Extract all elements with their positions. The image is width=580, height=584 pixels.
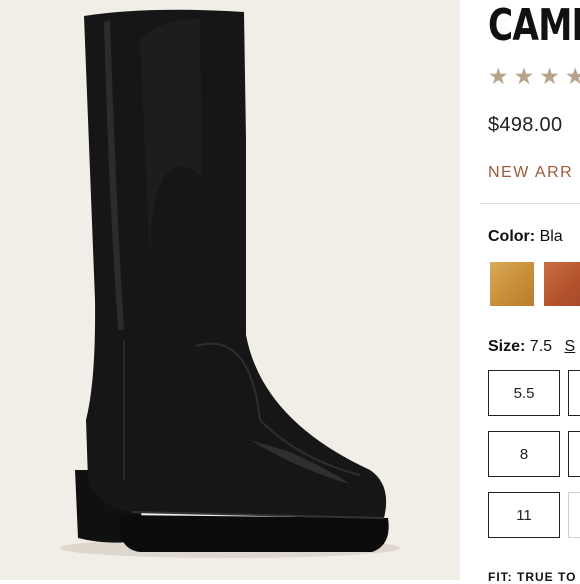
product-info-panel: CAMP ★★★★ $498.00 NEW ARR Color: Bla Siz… — [480, 0, 580, 584]
star-icon: ★ — [564, 63, 580, 89]
product-title: CAMP — [488, 0, 580, 51]
size-selector-label: Size: 7.5 S — [488, 338, 575, 356]
size-guide-link[interactable]: S — [565, 338, 576, 355]
size-option[interactable]: 5.5 — [488, 370, 560, 416]
new-arrival-badge: NEW ARR — [488, 164, 574, 181]
color-selector-label: Color: Bla — [488, 228, 563, 246]
rating-stars[interactable]: ★ ★ ★ ★ — [488, 64, 580, 88]
boot-image — [60, 9, 400, 558]
color-label: Color: — [488, 228, 536, 245]
color-swatch-tan[interactable] — [490, 262, 534, 306]
size-option[interactable]: 8 — [488, 431, 560, 477]
fit-label: FIT: TRUE TO — [488, 570, 577, 584]
star-icon: ★ — [488, 63, 509, 89]
selected-size: 7.5 — [529, 338, 553, 355]
size-option[interactable] — [568, 431, 580, 477]
product-price: $498.00 — [488, 114, 563, 136]
selected-color: Bla — [539, 228, 563, 245]
star-icon: ★ — [539, 63, 560, 89]
size-option[interactable]: 11 — [488, 492, 560, 538]
color-swatch-cognac[interactable] — [544, 262, 580, 306]
size-option[interactable] — [568, 492, 580, 538]
size-label: Size: — [488, 338, 526, 355]
product-image[interactable] — [0, 0, 460, 580]
divider — [480, 203, 580, 204]
star-icon: ★ — [513, 63, 535, 89]
size-option[interactable] — [568, 370, 580, 416]
